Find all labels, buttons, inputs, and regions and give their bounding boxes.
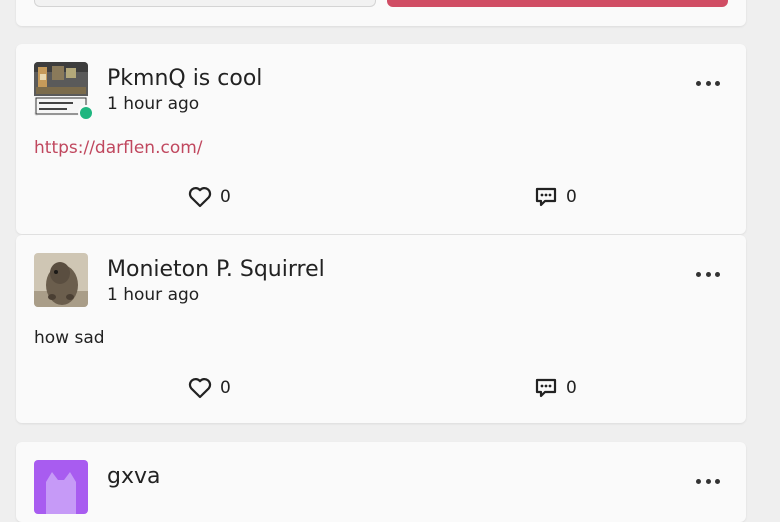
more-options-button[interactable] (696, 79, 720, 87)
like-count: 0 (220, 187, 231, 207)
heart-icon (188, 378, 212, 399)
heart-icon (188, 187, 212, 208)
composer-input[interactable] (34, 0, 376, 7)
more-options-icon (696, 478, 701, 484)
like-count: 0 (220, 378, 231, 398)
more-options-icon (696, 80, 701, 86)
avatar[interactable] (34, 460, 88, 514)
post-timestamp[interactable]: 1 hour ago (107, 93, 199, 115)
more-options-button[interactable] (696, 270, 720, 278)
post-link[interactable]: https://darflen.com/ (34, 137, 203, 159)
post-card: gxva (16, 442, 746, 522)
comment-icon (535, 187, 557, 207)
online-status-indicator (78, 105, 94, 121)
more-options-icon (696, 271, 701, 277)
comment-button[interactable]: 0 (534, 186, 577, 208)
composer-submit-button[interactable] (387, 0, 728, 7)
post-text: how sad (34, 328, 105, 348)
comment-icon (535, 378, 557, 398)
like-button[interactable]: 0 (188, 377, 231, 399)
post-card: PkmnQ is cool 1 hour ago https://darflen… (16, 44, 746, 234)
comment-count: 0 (566, 187, 577, 207)
post-author[interactable]: Monieton P. Squirrel (107, 256, 325, 284)
comment-count: 0 (566, 378, 577, 398)
like-button[interactable]: 0 (188, 186, 231, 208)
post-author[interactable]: PkmnQ is cool (107, 65, 262, 93)
composer-card (16, 0, 746, 26)
post-timestamp[interactable]: 1 hour ago (107, 284, 199, 306)
comment-button[interactable]: 0 (534, 377, 577, 399)
post-author[interactable]: gxva (107, 463, 161, 491)
more-options-button[interactable] (696, 477, 720, 485)
post-card: Monieton P. Squirrel 1 hour ago how sad … (16, 235, 746, 423)
avatar[interactable] (34, 253, 88, 307)
